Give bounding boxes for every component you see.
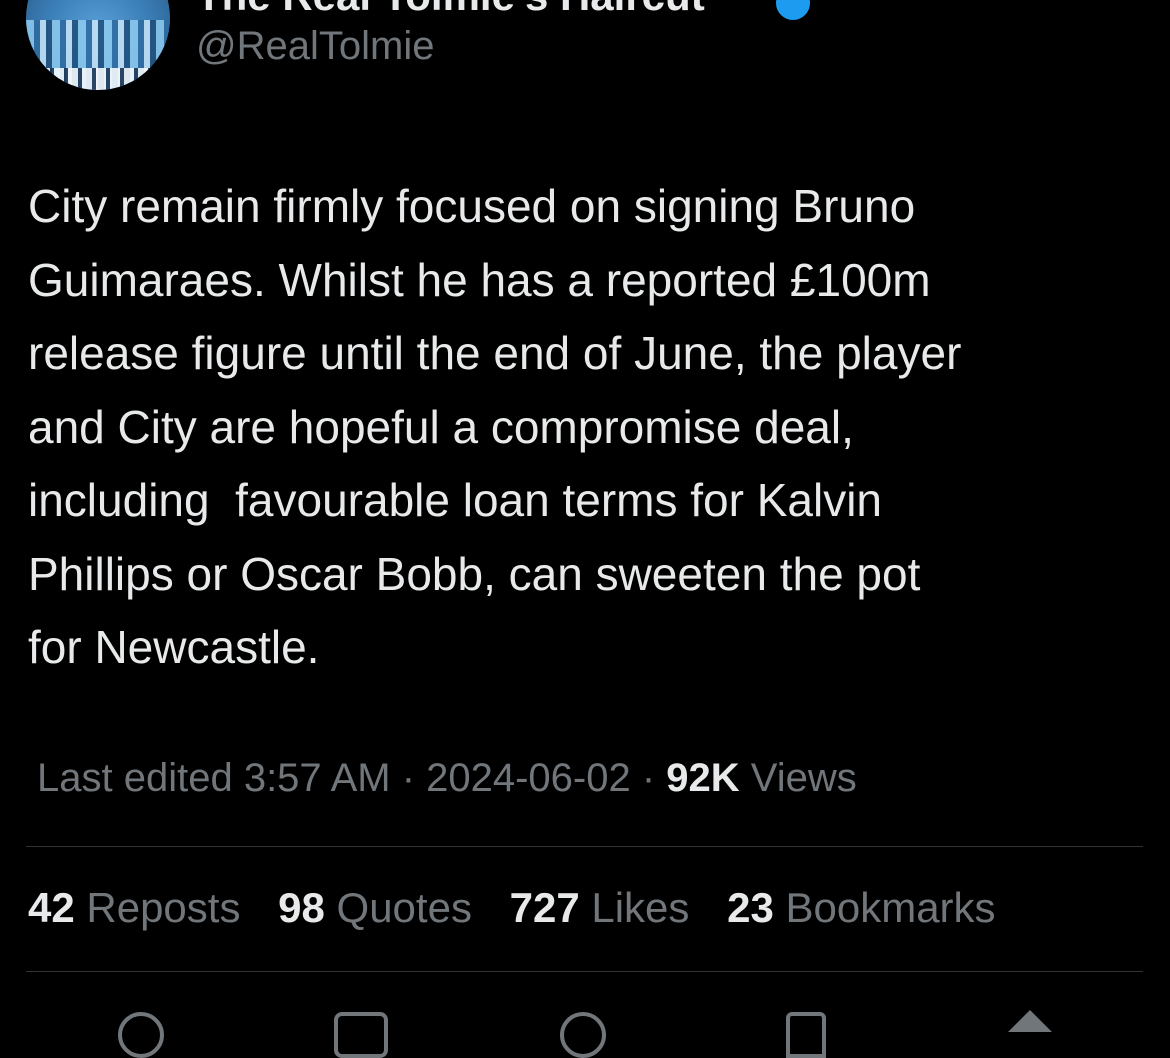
stat-quotes[interactable]: 98 Quotes: [278, 884, 472, 931]
bookmark-icon[interactable]: [786, 1012, 826, 1058]
reply-icon[interactable]: [118, 1012, 164, 1058]
tweet-text: City remain firmly focused on signing Br…: [28, 180, 962, 673]
stat-count: 98: [278, 884, 325, 931]
engagement-stats: 42 Reposts 98 Quotes 727 Likes 23 Bookma…: [28, 884, 1022, 932]
user-handle[interactable]: @RealTolmie: [196, 24, 434, 69]
stat-count: 42: [28, 884, 75, 931]
divider: [26, 846, 1143, 847]
edited-timestamp[interactable]: Last edited 3:57 AM · 2024-06-02: [37, 756, 631, 800]
stat-reposts[interactable]: 42 Reposts: [28, 884, 240, 931]
display-name[interactable]: The Real Tolmie's Haircut: [196, 0, 705, 20]
tweet-meta: Last edited 3:57 AM · 2024-06-02 · 92K V…: [37, 756, 857, 801]
avatar-team-photo-detail: [26, 68, 170, 90]
stat-label: Quotes: [324, 884, 472, 931]
divider: [26, 971, 1143, 972]
stat-count: 727: [509, 884, 580, 931]
stat-likes[interactable]: 727 Likes: [510, 884, 690, 931]
repost-icon[interactable]: [334, 1012, 388, 1058]
views-count: 92K: [666, 756, 740, 800]
stat-label: Bookmarks: [773, 884, 996, 931]
share-icon[interactable]: [1008, 1010, 1052, 1032]
meta-separator: ·: [630, 756, 656, 800]
stat-label: Likes: [579, 884, 690, 931]
like-icon[interactable]: [560, 1012, 606, 1058]
tweet-header: The Real Tolmie's Haircut @RealTolmie: [0, 0, 1170, 100]
stat-bookmarks[interactable]: 23 Bookmarks: [727, 884, 995, 931]
stat-count: 23: [727, 884, 774, 931]
stat-label: Reposts: [74, 884, 241, 931]
action-bar: [0, 1000, 1170, 1058]
avatar[interactable]: [26, 0, 170, 90]
verified-badge-icon: [776, 0, 810, 20]
views-label: Views: [739, 756, 857, 800]
